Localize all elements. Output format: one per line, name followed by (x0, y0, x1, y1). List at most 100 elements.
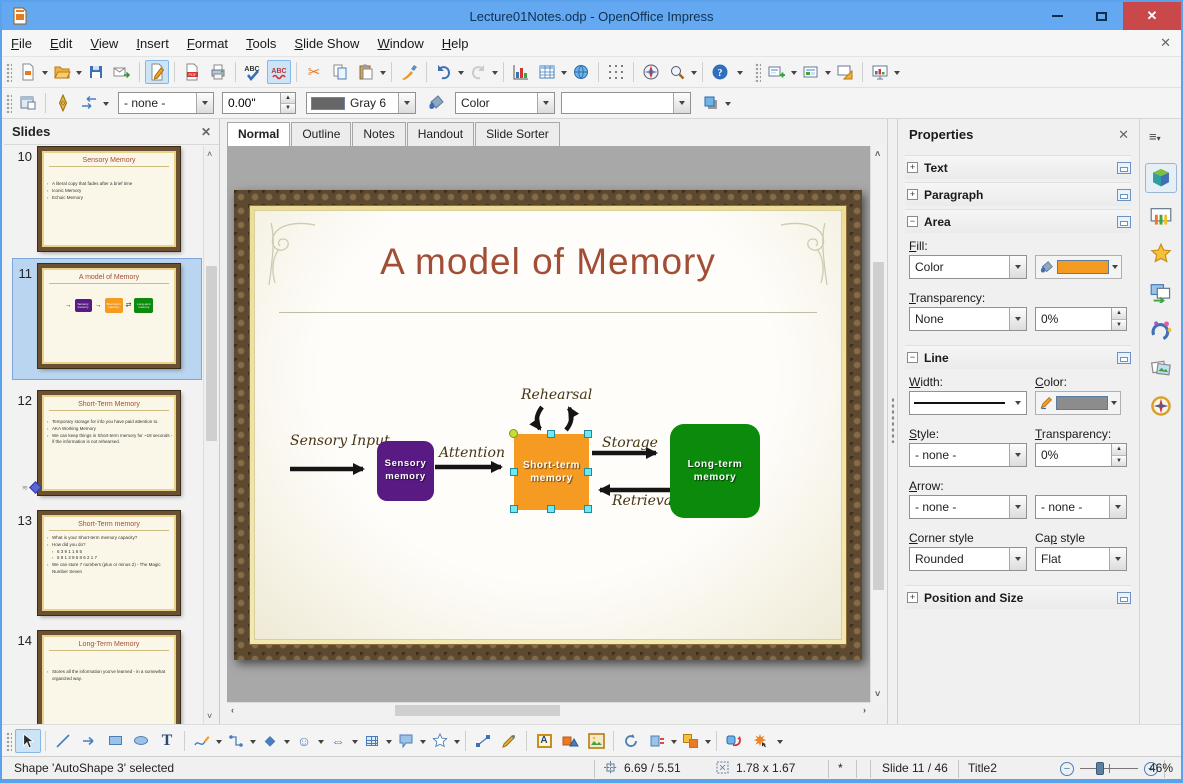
slide-thumb-11-selected[interactable]: 11 A model of Memory → Sensory memory → … (4, 258, 202, 380)
maximize-button[interactable] (1079, 2, 1123, 30)
section-paragraph[interactable]: + Paragraph (905, 182, 1131, 206)
format-paintbrush-icon[interactable] (397, 60, 421, 84)
line-color-picker[interactable] (1035, 391, 1121, 415)
slide-design-icon[interactable] (833, 60, 857, 84)
redo-icon[interactable] (466, 60, 490, 84)
drawing-toolbar-handle[interactable] (5, 730, 12, 751)
new-document-icon[interactable] (16, 60, 40, 84)
section-text[interactable]: + Text (905, 155, 1131, 179)
scroll-right-icon[interactable]: › (863, 705, 866, 715)
zoom-dropdown[interactable] (691, 71, 697, 78)
fill-type-select[interactable]: Color (455, 92, 555, 114)
text-dialog-launcher-icon[interactable] (1117, 161, 1131, 174)
paste-icon[interactable] (354, 60, 378, 84)
slide-workspace[interactable]: A model of Memory Sensory Input Attentio… (227, 146, 870, 702)
curve-tool-icon[interactable] (189, 729, 215, 753)
close-button[interactable]: ✕ (1123, 2, 1181, 30)
block-arrows-icon[interactable]: ⇔ (325, 729, 351, 753)
alignment-dropdown[interactable] (671, 739, 677, 747)
sidebar-splitter[interactable] (887, 119, 898, 724)
slide-thumb-14[interactable]: 14 Long-Term Memory Stores all the infor… (4, 630, 202, 724)
label-retrieval[interactable]: Retrieval (612, 493, 677, 509)
auto-spellcheck-icon[interactable]: ABC (267, 60, 291, 84)
section-position-size[interactable]: + Position and Size (905, 585, 1131, 609)
master-pages-tab-icon[interactable] (1145, 201, 1177, 231)
new-slide-icon[interactable] (765, 60, 789, 84)
menu-insert[interactable]: Insert (127, 32, 178, 55)
gallery-tab-icon[interactable] (1145, 353, 1177, 383)
toolbar-drag-handle[interactable] (5, 62, 12, 82)
styles-tab-icon[interactable] (1145, 315, 1177, 345)
animation-indicator[interactable]: ≋ (22, 481, 42, 494)
rotate-icon[interactable] (618, 729, 644, 753)
line-style-select[interactable]: - none - (118, 92, 214, 114)
drawing-toolbar-overflow[interactable] (777, 739, 783, 747)
line-dialog-launcher-icon[interactable] (1117, 351, 1131, 364)
standard-toolbar-overflow[interactable] (737, 71, 743, 78)
arrow-style-icon[interactable] (77, 91, 101, 115)
gallery-icon[interactable] (557, 729, 583, 753)
vertical-scrollbar[interactable]: ˄ ˅ (870, 146, 886, 702)
close-document-icon[interactable]: ✕ (1160, 35, 1171, 51)
tab-slide-sorter[interactable]: Slide Sorter (475, 122, 560, 146)
stars-icon[interactable] (427, 729, 453, 753)
fill-color-select[interactable] (561, 92, 691, 114)
email-icon[interactable] (110, 60, 134, 84)
select-tool-icon[interactable] (15, 728, 41, 753)
print-icon[interactable] (206, 60, 230, 84)
arrange-dropdown[interactable] (705, 739, 711, 747)
zoom-slider-thumb[interactable] (1096, 762, 1104, 775)
open-dropdown[interactable] (76, 71, 82, 78)
resize-handle-left[interactable] (510, 468, 518, 476)
line-dialog-icon[interactable] (51, 91, 75, 115)
copy-icon[interactable] (328, 60, 352, 84)
scroll-up-icon[interactable]: ˄ (207, 149, 212, 159)
label-attention[interactable]: Attention (439, 445, 505, 461)
help-icon[interactable]: ? (708, 60, 732, 84)
zoom-percent[interactable]: 46% (1149, 761, 1173, 775)
animation-effects-icon[interactable] (747, 729, 773, 753)
menu-slideshow[interactable]: Slide Show (285, 32, 368, 55)
tab-normal[interactable]: Normal (227, 122, 291, 146)
line-color-select[interactable]: Gray 6 (306, 92, 416, 114)
flowchart-dropdown[interactable] (386, 739, 392, 747)
navigator-icon[interactable] (639, 60, 663, 84)
interaction-icon[interactable] (721, 729, 747, 753)
label-storage[interactable]: Storage (602, 435, 658, 451)
line-style-select[interactable]: - none - (909, 443, 1027, 467)
menu-edit[interactable]: Edit (41, 32, 81, 55)
line-tool-icon[interactable] (50, 729, 76, 753)
section-area[interactable]: − Area (905, 209, 1131, 233)
fill-color-picker[interactable] (1035, 255, 1122, 279)
menu-help[interactable]: Help (433, 32, 478, 55)
zoom-icon[interactable] (665, 60, 689, 84)
slide-layout-dropdown[interactable] (825, 71, 831, 78)
scrollbar-thumb[interactable] (206, 266, 217, 441)
table-icon[interactable] (535, 60, 559, 84)
callouts-icon[interactable] (393, 729, 419, 753)
slide-show-icon[interactable] (868, 60, 892, 84)
navigator-tab-icon[interactable] (1145, 391, 1177, 421)
glue-points-icon[interactable] (496, 729, 522, 753)
node-sensory-memory[interactable]: Sensory memory (377, 441, 434, 501)
label-sensory-input[interactable]: Sensory Input (290, 433, 390, 449)
connector-dropdown[interactable] (250, 739, 256, 747)
scroll-down-icon[interactable]: ˅ (207, 711, 212, 721)
possize-dialog-launcher-icon[interactable] (1117, 591, 1131, 604)
area-dialog-icon[interactable] (424, 91, 448, 115)
ellipse-tool-icon[interactable] (128, 729, 154, 753)
fill-type-select[interactable]: Color (909, 255, 1027, 279)
lf-toolbar-handle[interactable] (5, 93, 12, 113)
slide-thumb-10[interactable]: 10 Sensory Memory A literal copy that fa… (4, 146, 202, 252)
scroll-up-icon[interactable]: ˄ (875, 149, 880, 159)
cut-icon[interactable]: ✂ (302, 60, 326, 84)
from-file-icon[interactable] (583, 729, 609, 753)
new-slide-dropdown[interactable] (791, 71, 797, 78)
flowchart-icon[interactable] (359, 729, 385, 753)
slide-thumb-12[interactable]: 12 Short-Term Memory Temporary storage f… (4, 390, 202, 496)
shadow-icon[interactable] (699, 91, 723, 115)
symbol-shapes-dropdown[interactable] (318, 739, 324, 747)
node-long-term-memory[interactable]: Long-term memory (670, 424, 760, 518)
properties-close-icon[interactable]: ✕ (1118, 127, 1129, 143)
custom-animation-tab-icon[interactable] (1145, 239, 1177, 269)
